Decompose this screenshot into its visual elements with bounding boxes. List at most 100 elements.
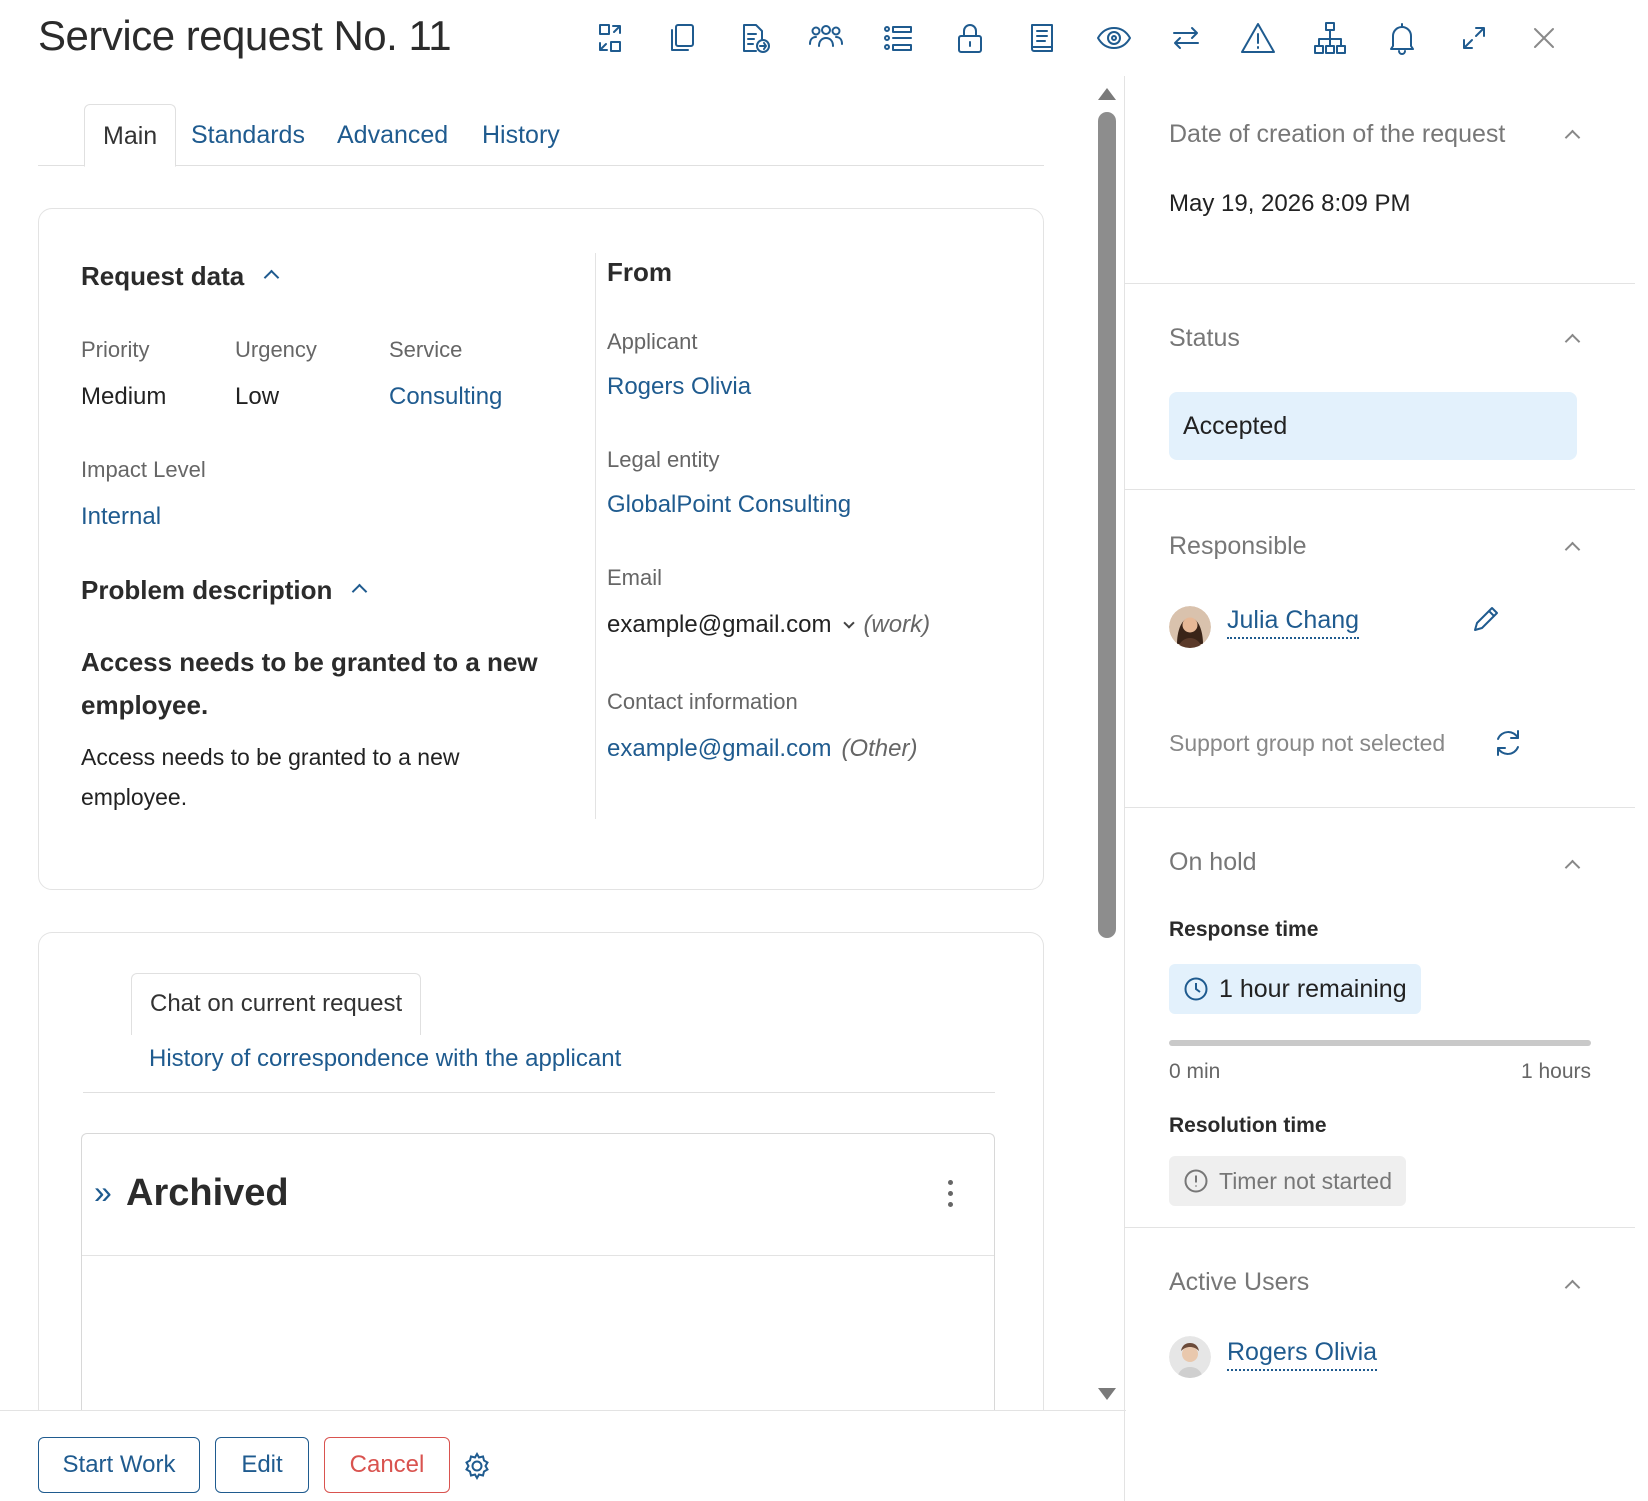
- on-hold-section: On hold Response time 1 hour remaining 0…: [1125, 808, 1635, 1228]
- archived-title: Archived: [126, 1172, 289, 1214]
- avatar: [1169, 1336, 1211, 1378]
- more-options-icon[interactable]: [948, 1180, 954, 1213]
- archived-header: » Archived: [82, 1134, 994, 1256]
- support-group-text: Support group not selected: [1169, 730, 1446, 756]
- creation-date-title: Date of creation of the request: [1169, 120, 1506, 148]
- status-title: Status: [1169, 324, 1240, 352]
- responsible-title: Responsible: [1169, 532, 1307, 560]
- book-icon[interactable]: [1020, 16, 1064, 60]
- request-data-header[interactable]: Request data: [81, 261, 280, 292]
- from-header: From: [607, 257, 672, 287]
- hierarchy-icon[interactable]: [1308, 16, 1352, 60]
- clock-icon: [1184, 977, 1208, 1001]
- column-divider: [595, 253, 596, 819]
- eye-icon[interactable]: [1092, 16, 1136, 60]
- on-hold-title: On hold: [1169, 848, 1257, 876]
- chevron-down-icon[interactable]: [843, 617, 856, 629]
- cancel-button[interactable]: Cancel: [324, 1437, 450, 1493]
- applicant-label: Applicant: [607, 329, 698, 354]
- tab-bar: Main Standards Advanced History: [38, 104, 1044, 167]
- bell-icon[interactable]: [1380, 16, 1424, 60]
- chevron-up-icon[interactable]: [1564, 859, 1581, 876]
- email-label: Email: [607, 565, 663, 590]
- copy-icon[interactable]: [660, 16, 704, 60]
- refresh-icon[interactable]: [1491, 726, 1525, 760]
- urgency-value: Low: [235, 383, 280, 410]
- email-type: (work): [863, 611, 931, 638]
- creation-date-section: Date of creation of the request May 19, …: [1125, 76, 1635, 284]
- scroll-down-arrow[interactable]: [1098, 1388, 1116, 1400]
- applicant-link[interactable]: Rogers Olivia: [607, 373, 751, 401]
- resolution-time-label: Resolution time: [1169, 1114, 1327, 1137]
- urgency-label: Urgency: [235, 337, 317, 362]
- edit-button[interactable]: Edit: [215, 1437, 309, 1493]
- status-badge[interactable]: Accepted: [1169, 392, 1577, 460]
- avatar: [1169, 606, 1211, 648]
- tab-correspondence-history[interactable]: History of correspondence with the appli…: [149, 1045, 621, 1073]
- tab-history[interactable]: History: [482, 104, 560, 166]
- service-link[interactable]: Consulting: [389, 383, 502, 411]
- creation-date-value: May 19, 2026 8:09 PM: [1169, 190, 1411, 217]
- chevron-up-icon[interactable]: [352, 583, 368, 600]
- transfer-icon[interactable]: [1164, 16, 1208, 60]
- action-bar: Start Work Edit Cancel: [0, 1410, 1126, 1501]
- tab-advanced[interactable]: Advanced: [337, 104, 448, 166]
- impact-link[interactable]: Internal: [81, 503, 161, 531]
- resolution-time-badge: Timer not started: [1169, 1156, 1406, 1206]
- gear-icon[interactable]: [462, 1451, 492, 1481]
- active-users-title: Active Users: [1169, 1268, 1310, 1296]
- users-group-icon[interactable]: [804, 16, 848, 60]
- list-icon[interactable]: [876, 16, 920, 60]
- scrollbar-thumb[interactable]: [1098, 112, 1116, 938]
- convert-icon[interactable]: [588, 16, 632, 60]
- double-chevron-icon[interactable]: »: [94, 1174, 112, 1211]
- info-circle-icon: [1184, 1169, 1208, 1193]
- archived-panel: » Archived: [81, 1133, 995, 1410]
- responsible-section: Responsible Julia Chang Support group no…: [1125, 490, 1635, 808]
- tab-standards[interactable]: Standards: [191, 104, 305, 166]
- document-send-icon[interactable]: [732, 16, 776, 60]
- priority-value: Medium: [81, 383, 167, 410]
- response-time-badge: 1 hour remaining: [1169, 964, 1421, 1014]
- legal-entity-link[interactable]: GlobalPoint Consulting: [607, 491, 851, 519]
- tab-main[interactable]: Main: [84, 104, 177, 167]
- scroll-up-arrow[interactable]: [1098, 88, 1116, 100]
- contact-type: (Other): [841, 735, 918, 762]
- chevron-up-icon[interactable]: [1564, 333, 1581, 350]
- close-icon[interactable]: [1522, 16, 1566, 60]
- active-users-section: Active Users Rogers Olivia: [1125, 1228, 1635, 1501]
- priority-label: Priority: [81, 337, 150, 362]
- responsible-user-link[interactable]: Julia Chang: [1227, 606, 1360, 639]
- contact-info-label: Contact information: [607, 689, 798, 714]
- main-content: Main Standards Advanced History Request …: [38, 80, 1044, 1410]
- lock-icon[interactable]: [948, 16, 992, 60]
- legal-entity-label: Legal entity: [607, 447, 720, 472]
- response-time-label: Response time: [1169, 918, 1319, 941]
- service-label: Service: [389, 337, 463, 362]
- chevron-up-icon[interactable]: [1564, 541, 1581, 558]
- page-title: Service request No. 11: [38, 12, 452, 59]
- email-value[interactable]: example@gmail.com (work): [607, 611, 930, 639]
- scale-min: 0 min: [1169, 1060, 1221, 1083]
- problem-description-header[interactable]: Problem description: [81, 575, 368, 606]
- chat-tabs: Chat on current request History of corre…: [83, 973, 995, 1093]
- details-sidebar: Date of creation of the request May 19, …: [1124, 76, 1635, 1501]
- expand-icon[interactable]: [1452, 16, 1496, 60]
- problem-details: Access needs to be granted to a new empl…: [81, 744, 460, 810]
- active-user-link[interactable]: Rogers Olivia: [1227, 1338, 1378, 1371]
- impact-label: Impact Level: [81, 457, 206, 482]
- warning-icon[interactable]: [1236, 16, 1280, 60]
- response-progress-bar: [1169, 1040, 1591, 1046]
- chat-card: Chat on current request History of corre…: [38, 932, 1044, 1410]
- chevron-up-icon[interactable]: [1564, 1279, 1581, 1296]
- request-details-card: Request data Priority Medium Urgency Low…: [38, 208, 1044, 890]
- chevron-up-icon[interactable]: [1564, 129, 1581, 146]
- pencil-icon[interactable]: [1469, 602, 1503, 636]
- start-work-button[interactable]: Start Work: [38, 1437, 200, 1493]
- problem-summary: Access needs to be granted to a new empl…: [81, 647, 538, 720]
- tab-chat-current[interactable]: Chat on current request: [131, 973, 422, 1035]
- contact-email-link[interactable]: example@gmail.com: [607, 735, 831, 762]
- contact-info-value: example@gmail.com (Other): [607, 735, 917, 763]
- scale-max: 1 hours: [1520, 1060, 1591, 1083]
- chevron-up-icon[interactable]: [263, 269, 280, 286]
